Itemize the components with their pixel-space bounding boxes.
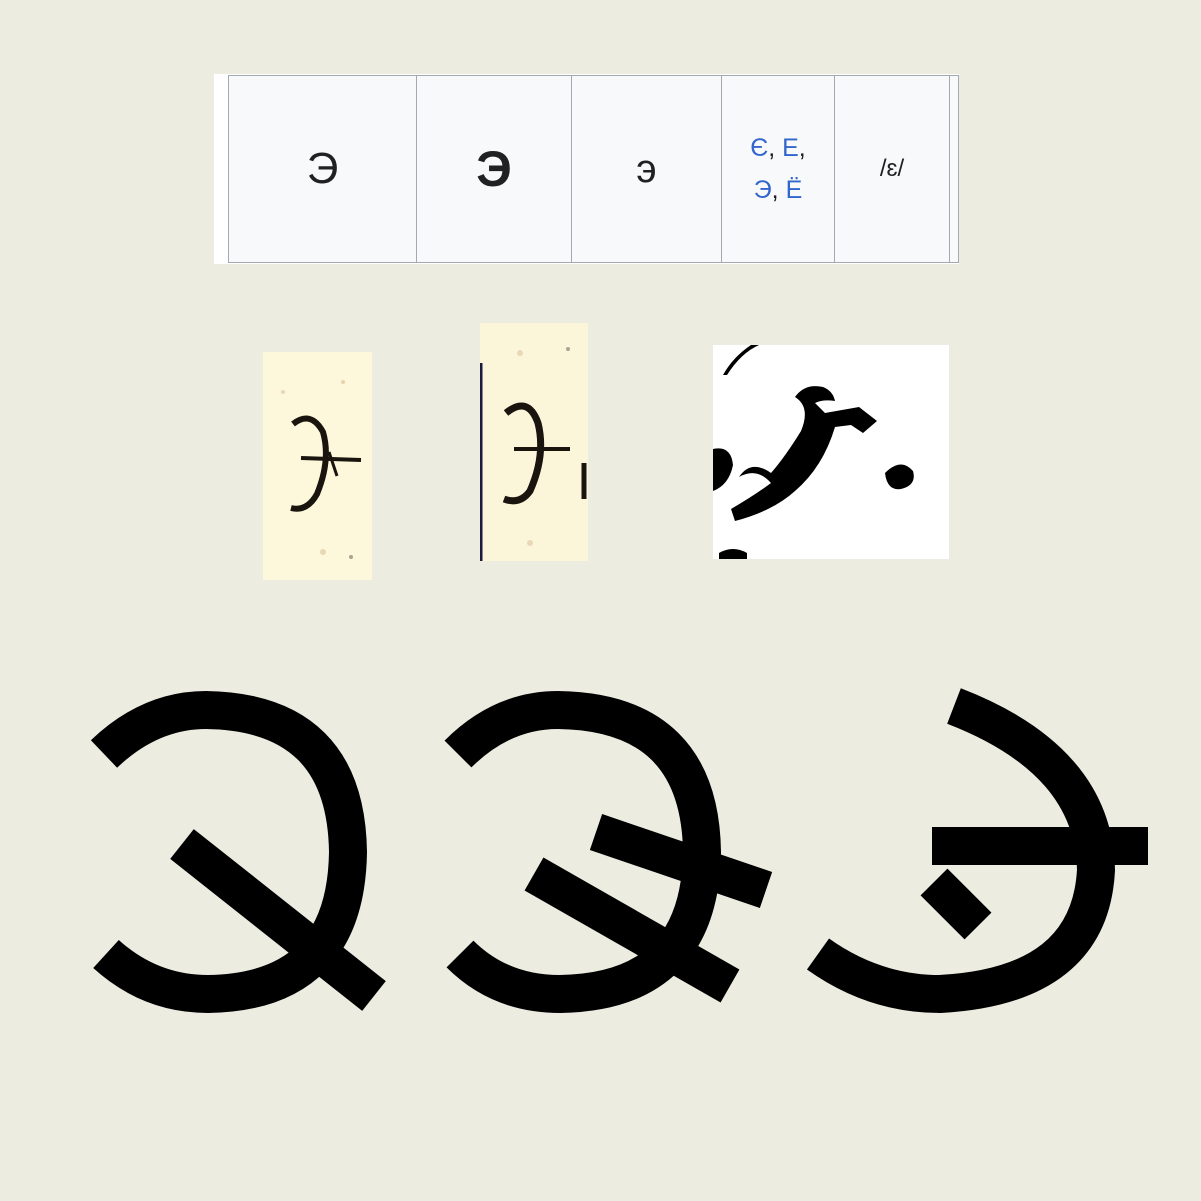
scan-glyph-icon — [713, 345, 914, 559]
table-cell-bold: Э — [416, 75, 572, 263]
table-cell-pronunciation: /ɛ/ — [834, 75, 950, 263]
print-scan — [713, 345, 949, 559]
table-cell-uppercase: Э — [228, 75, 417, 263]
related-link-e-reversed[interactable]: Э — [754, 176, 772, 204]
related-link-yo[interactable]: Ё — [786, 176, 803, 204]
scan-glyph-icon — [480, 347, 587, 561]
scan-glyph-icon — [281, 380, 362, 559]
large-glyph-icon — [90, 688, 1148, 1014]
related-link-ye[interactable]: Є — [750, 134, 768, 162]
manuscript-scan-2 — [480, 323, 588, 561]
table-cell-related: Є, Е, Э, Ё — [721, 75, 835, 263]
ipa-text: /ɛ/ — [879, 155, 905, 182]
letter-table-row: Э Э э Є, Е, Э, Ё /ɛ/ — [214, 74, 959, 264]
related-link-e[interactable]: Е — [782, 134, 799, 162]
table-cell-edge — [949, 75, 959, 263]
manuscript-scan-1 — [263, 352, 372, 580]
lowercase-letter: э — [636, 146, 657, 191]
large-glyph-row — [0, 640, 1201, 1060]
uppercase-letter: Э — [306, 144, 339, 193]
table-cell-lowercase: э — [571, 75, 722, 263]
bold-letter: Э — [476, 141, 512, 197]
